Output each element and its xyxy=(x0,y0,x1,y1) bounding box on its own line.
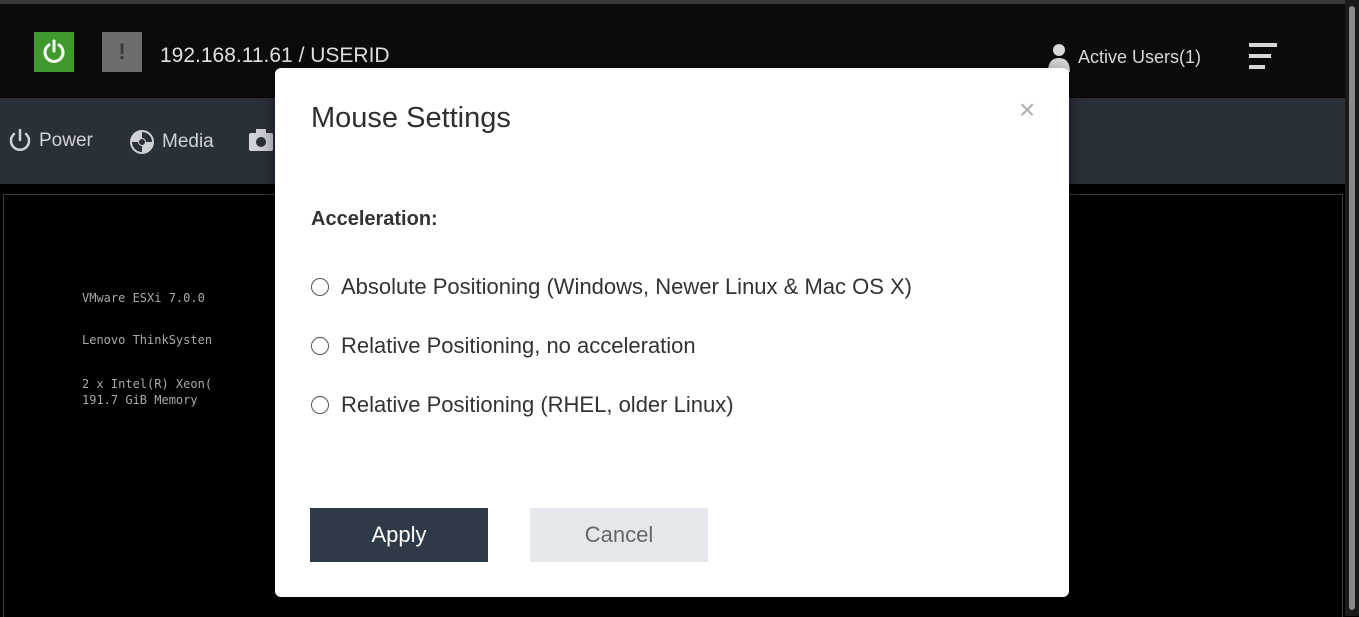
option-label: Absolute Positioning (Windows, Newer Lin… xyxy=(341,274,913,299)
option-relative-rhel[interactable]: Relative Positioning (RHEL, older Linux) xyxy=(311,392,734,418)
close-icon[interactable]: × xyxy=(1019,94,1035,126)
apply-button[interactable]: Apply xyxy=(310,508,488,562)
option-label: Relative Positioning, no acceleration xyxy=(341,333,696,358)
mouse-settings-dialog: Mouse Settings × Acceleration: Absolute … xyxy=(275,68,1069,597)
modal-backdrop: Mouse Settings × Acceleration: Absolute … xyxy=(0,0,1345,616)
radio-button[interactable] xyxy=(311,337,329,355)
radio-button[interactable] xyxy=(311,278,329,296)
page-scrollbar[interactable] xyxy=(1345,0,1359,616)
cancel-button[interactable]: Cancel xyxy=(530,508,708,562)
option-label: Relative Positioning (RHEL, older Linux) xyxy=(341,392,734,417)
radio-button[interactable] xyxy=(311,396,329,414)
option-absolute-positioning[interactable]: Absolute Positioning (Windows, Newer Lin… xyxy=(311,274,912,300)
acceleration-label: Acceleration: xyxy=(311,208,438,230)
dialog-title: Mouse Settings xyxy=(311,102,511,134)
scrollbar-thumb[interactable] xyxy=(1349,6,1355,610)
option-relative-no-acceleration[interactable]: Relative Positioning, no acceleration xyxy=(311,333,696,359)
